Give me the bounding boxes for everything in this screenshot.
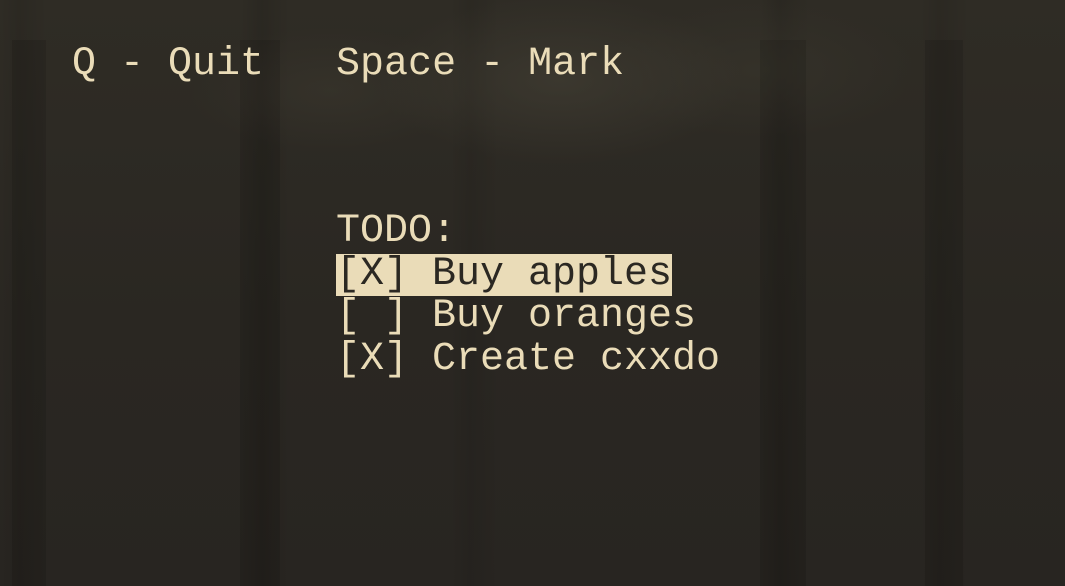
- background-tree-trunk: [240, 40, 280, 586]
- keybinding-help: Q - Quit Space - Mark: [24, 2, 624, 86]
- todo-item-create-cxxdo[interactable]: [X] Create cxxdo: [336, 338, 720, 382]
- quit-hint: Q - Quit: [72, 42, 265, 87]
- todo-item-buy-apples[interactable]: [X] Buy apples: [336, 253, 673, 296]
- background-tree-trunk: [925, 40, 963, 586]
- todo-title: TODO:: [336, 209, 457, 254]
- mark-hint: Space - Mark: [336, 42, 625, 87]
- background-tree-trunk: [12, 40, 46, 586]
- todo-item-buy-oranges[interactable]: [ ] Buy oranges: [336, 295, 696, 339]
- background-tree-trunk: [760, 40, 806, 586]
- todo-list: TODO: [X] Buy apples [ ] Buy oranges [X]…: [336, 209, 720, 382]
